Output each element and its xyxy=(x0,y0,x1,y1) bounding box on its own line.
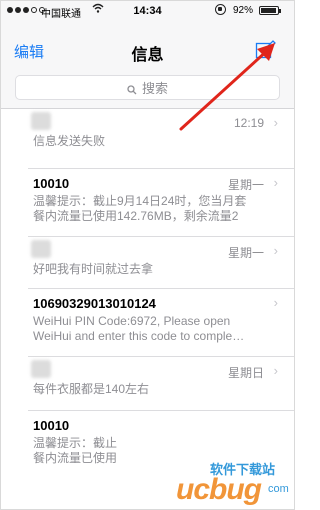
watermark-brand: ucbug xyxy=(176,473,262,506)
watermark-suffix: com xyxy=(268,483,289,495)
conversation-time: 星期一 xyxy=(227,246,264,260)
message-preview-line2: 餐内流量已使用142.76MB，剩余流量2 xyxy=(33,209,239,223)
conversation-row[interactable]: 星期一 › 好吧我有时间就过去拿 xyxy=(1,237,294,289)
conversation-row[interactable]: 10690329013010124 › WeiHui PIN Code:6972… xyxy=(1,289,294,357)
conversation-list: 12:19 › 信息发送失败 10010 星期一 › 温馨提示：截止9月14日2… xyxy=(1,109,294,491)
battery-icon xyxy=(259,6,281,15)
contact-name: 10010 xyxy=(33,418,70,433)
conversation-row[interactable]: 星期日 › 每件衣服都是140左右 xyxy=(1,357,294,411)
messages-screen: 中国联通 14:34 92% 编辑 信息 搜索 12:19 › 信息发送失败 1… xyxy=(0,0,295,510)
message-preview: 温馨提示：截止9月14日24时，您当月套 xyxy=(33,194,247,208)
watermark-logo: 软件下载站 ucbug com xyxy=(176,459,292,507)
message-preview: 温馨提示：截止 xyxy=(33,436,118,450)
conversation-time: 星期一 xyxy=(227,178,264,192)
message-preview: 好吧我有时间就过去拿 xyxy=(33,262,154,276)
battery-percentage: 92% xyxy=(233,5,254,16)
message-preview: WeiHui PIN Code:6972, Please open xyxy=(33,314,231,328)
contact-name: 10010 xyxy=(33,176,70,191)
search-placeholder: 搜索 xyxy=(141,81,168,96)
message-preview-line2: WeiHui and enter this code to comple… xyxy=(33,329,245,343)
blurred-contact-name xyxy=(31,240,51,258)
chevron-right-icon: › xyxy=(273,175,278,190)
message-preview: 每件衣服都是140左右 xyxy=(33,382,150,396)
blurred-contact-name xyxy=(31,360,51,378)
conversation-time: 星期日 xyxy=(227,366,264,380)
conversation-row[interactable]: 10010 星期一 › 温馨提示：截止9月14日24时，您当月套 餐内流量已使用… xyxy=(1,169,294,237)
orientation-lock-icon xyxy=(215,4,226,15)
chevron-right-icon: › xyxy=(273,363,278,378)
contact-name: 10690329013010124 xyxy=(33,296,156,311)
chevron-right-icon: › xyxy=(273,243,278,258)
chevron-right-icon: › xyxy=(273,295,278,310)
annotation-arrow xyxy=(179,43,275,131)
status-bar: 中国联通 14:34 92% xyxy=(1,1,294,21)
blurred-contact-name xyxy=(31,112,51,130)
search-icon xyxy=(127,83,137,94)
